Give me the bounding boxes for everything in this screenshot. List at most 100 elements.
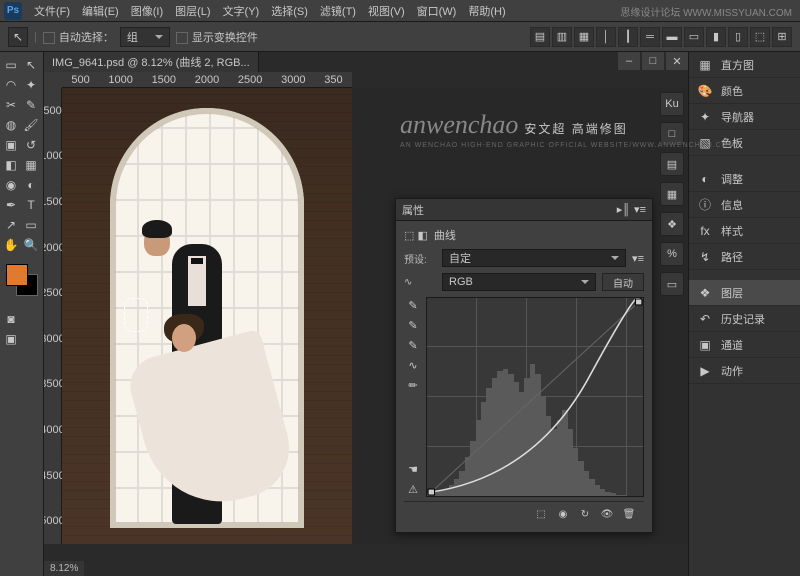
crop-tool[interactable]: ✂ [2, 96, 20, 114]
ruler-horizontal: 50010001500200025003000350 [62, 72, 352, 88]
zoom-level[interactable]: 8.12% [44, 561, 84, 576]
panel-tab[interactable]: ↯路径 [689, 244, 800, 270]
properties-title: 属性 [402, 202, 424, 218]
panel-label: 图层 [721, 285, 743, 301]
path-tool[interactable]: ↗ [2, 216, 20, 234]
menu-select[interactable]: 选择(S) [265, 1, 314, 21]
ruler-vertical: 500100015002000250030003500400045005000 [44, 88, 62, 544]
color-swatches[interactable] [2, 264, 41, 304]
wand-tool[interactable]: ✦ [22, 76, 40, 94]
move-preset-icon[interactable]: ↖ [8, 27, 28, 47]
preset-menu-icon[interactable]: ▾≡ [632, 252, 644, 265]
align-icon[interactable]: ▦ [574, 27, 594, 47]
minimize-icon[interactable]: – [618, 52, 640, 70]
panel-expand-icon[interactable]: ▸║ [617, 203, 630, 216]
panel-label: 通道 [721, 337, 743, 353]
eyedropper-tool[interactable]: ✎ [22, 96, 40, 114]
align-icon[interactable]: ▯ [728, 27, 748, 47]
align-icon[interactable]: ⬚ [750, 27, 770, 47]
type-tool[interactable]: T [22, 196, 40, 214]
menu-edit[interactable]: 编辑(E) [76, 1, 125, 21]
panel-tab[interactable]: ↶历史记录 [689, 306, 800, 332]
foreground-color[interactable] [6, 264, 28, 286]
auto-select-dropdown[interactable]: 组 [120, 27, 170, 47]
menu-help[interactable]: 帮助(H) [462, 1, 511, 21]
panel-icon: ⓘ [697, 197, 713, 213]
document-tab[interactable]: IMG_9641.psd @ 8.12% (曲线 2, RGB... [44, 52, 259, 72]
screenmode-tool[interactable]: ▣ [2, 330, 20, 348]
dock-icon[interactable]: ❖ [660, 212, 684, 236]
lasso-tool[interactable]: ◠ [2, 76, 20, 94]
history-brush-tool[interactable]: ↺ [22, 136, 40, 154]
eraser-tool[interactable]: ◧ [2, 156, 20, 174]
auto-select-toggle[interactable]: 自动选择： [43, 29, 114, 45]
panel-tab[interactable]: ❖ 图层 [689, 280, 800, 306]
panel-tab[interactable]: ▶动作 [689, 358, 800, 384]
menu-view[interactable]: 视图(V) [362, 1, 411, 21]
quickmask-tool[interactable]: ◙ [2, 310, 20, 328]
preset-dropdown[interactable]: 自定 [442, 249, 626, 267]
curve-graph[interactable] [426, 297, 644, 497]
clip-icon[interactable]: ⬚ [532, 506, 550, 522]
gradient-tool[interactable]: ▦ [22, 156, 40, 174]
align-icon[interactable]: ▬ [662, 27, 682, 47]
visibility-icon[interactable]: 👁 [598, 506, 616, 522]
panel-tab[interactable]: ◐调整 [689, 166, 800, 192]
marquee-tool[interactable]: ▭ [2, 56, 20, 74]
align-icon[interactable]: ▭ [684, 27, 704, 47]
menu-filter[interactable]: 滤镜(T) [314, 1, 362, 21]
canvas[interactable] [62, 88, 352, 544]
align-icon[interactable]: ┃ [618, 27, 638, 47]
pen-tool[interactable]: ✒ [2, 196, 20, 214]
dodge-tool[interactable]: ◐ [22, 176, 40, 194]
align-icon[interactable]: ⊞ [772, 27, 792, 47]
brush-tool[interactable]: 🖌 [22, 116, 40, 134]
menu-file[interactable]: 文件(F) [28, 1, 76, 21]
delete-icon[interactable]: 🗑 [620, 506, 638, 522]
menu-layer[interactable]: 图层(L) [169, 1, 216, 21]
blur-tool[interactable]: ◉ [2, 176, 20, 194]
eyedropper-gray-icon[interactable]: ✎ [404, 317, 422, 333]
dock-icon[interactable]: ▭ [660, 272, 684, 296]
menu-image[interactable]: 图像(I) [125, 1, 169, 21]
stamp-tool[interactable]: ▣ [2, 136, 20, 154]
panel-tab[interactable]: ▦直方图 [689, 52, 800, 78]
channel-dropdown[interactable]: RGB [442, 273, 596, 291]
shape-tool[interactable]: ▭ [22, 216, 40, 234]
point-tool-icon[interactable]: ∿ [404, 357, 422, 373]
move-tool[interactable]: ↖ [22, 56, 40, 74]
dock-icon[interactable]: % [660, 242, 684, 266]
hand-point-icon[interactable]: ☚ [404, 461, 422, 477]
align-icon[interactable]: ▤ [530, 27, 550, 47]
menu-type[interactable]: 文字(Y) [217, 1, 266, 21]
watermark-header: 思缘设计论坛 WWW.MISSYUAN.COM [620, 4, 792, 19]
panel-tab[interactable]: 🎨颜色 [689, 78, 800, 104]
prev-adj-icon[interactable]: ◉ [554, 506, 572, 522]
panel-icon: ▦ [697, 57, 713, 73]
align-icon[interactable]: │ [596, 27, 616, 47]
panel-icon: ❖ [697, 285, 713, 301]
eyedropper-white-icon[interactable]: ✎ [404, 337, 422, 353]
dock-icon[interactable]: ▦ [660, 182, 684, 206]
dock-icon[interactable]: ▤ [660, 152, 684, 176]
reset-icon[interactable]: ↻ [576, 506, 594, 522]
panel-tab[interactable]: fx样式 [689, 218, 800, 244]
menubar: Ps 文件(F) 编辑(E) 图像(I) 图层(L) 文字(Y) 选择(S) 滤… [0, 0, 800, 22]
panel-tab[interactable]: ▣通道 [689, 332, 800, 358]
align-icon[interactable]: ▮ [706, 27, 726, 47]
marching-ants-selection [124, 298, 148, 332]
hand-tool[interactable]: ✋ [2, 236, 20, 254]
heal-tool[interactable]: ◍ [2, 116, 20, 134]
align-icon[interactable]: ▥ [552, 27, 572, 47]
curves-icon: ⬚ ◧ [404, 229, 428, 242]
show-transform-toggle[interactable]: 显示变换控件 [176, 29, 258, 45]
eyedropper-black-icon[interactable]: ✎ [404, 297, 422, 313]
menu-window[interactable]: 窗口(W) [411, 1, 463, 21]
auto-button[interactable]: 自动 [602, 273, 644, 291]
channel-icon[interactable]: ∿ [404, 277, 436, 288]
panel-tab[interactable]: ⓘ信息 [689, 192, 800, 218]
panel-menu-icon[interactable]: ▾≡ [634, 203, 646, 216]
pencil-tool-icon[interactable]: ✏ [404, 377, 422, 393]
align-icon[interactable]: ═ [640, 27, 660, 47]
zoom-tool[interactable]: 🔍 [22, 236, 40, 254]
